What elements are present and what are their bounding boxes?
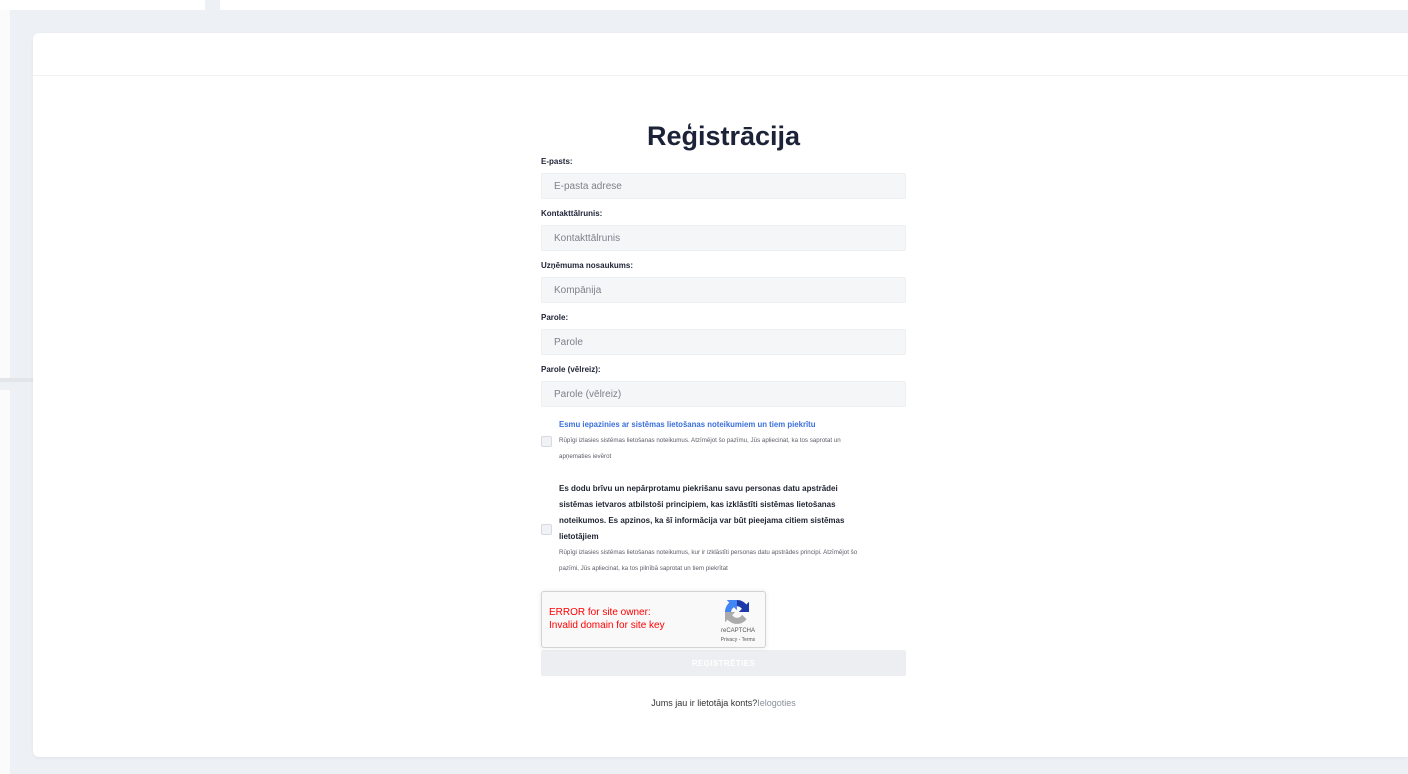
terms-consent-description-line: Rūpīgi izlasies sistēmas lietošanas note… [559, 437, 841, 444]
phone-input[interactable] [541, 225, 906, 251]
registration-card: Reģistrācija E-pasts: Kontakttālrunis: U… [33, 33, 1408, 757]
password-label: Parole: [541, 313, 569, 322]
company-input[interactable] [541, 277, 906, 303]
login-link[interactable]: Ielogoties [757, 698, 796, 708]
company-field-group: Uzņēmuma nosaukums: [541, 261, 906, 303]
background-top-left-panel [0, 0, 205, 10]
login-prompt-text: Jums jau ir lietotāja konts? [651, 698, 758, 708]
data-consent-text: Es dodu brīvu un nepārprotamu piekrišanu… [559, 481, 857, 577]
company-label: Uzņēmuma nosaukums: [541, 261, 634, 270]
recaptcha-logo-icon [725, 600, 749, 624]
password-input[interactable] [541, 329, 906, 355]
data-consent: Es dodu brīvu un nepārprotamu piekrišanu… [541, 481, 906, 577]
data-consent-description-line: Rūpīgi izlasies sistēmas lietošanas note… [559, 549, 858, 556]
data-consent-text-line: Es dodu brīvu un nepārprotamu piekrišanu… [559, 484, 838, 493]
background-left-panel-upper [0, 10, 10, 378]
recaptcha-error-line: ERROR for site owner: [549, 607, 651, 618]
data-consent-text-line: lietotājiem [559, 532, 599, 541]
login-prompt-row: Jums jau ir lietotāja konts?Ielogoties [541, 697, 906, 709]
email-label: E-pasts: [541, 157, 573, 166]
terms-consent: Esmu iepazinies ar sistēmas lietošanas n… [541, 417, 906, 465]
card-header [33, 33, 1408, 76]
password-repeat-field-group: Parole (vēlreiz): [541, 365, 906, 407]
phone-label: Kontakttālrunis: [541, 209, 603, 218]
background-left-divider [0, 378, 33, 382]
email-input[interactable] [541, 173, 906, 199]
email-field-group: E-pasts: [541, 157, 906, 199]
recaptcha-links: Privacy - Terms [706, 637, 770, 644]
data-consent-text-line: sistēmas ietvaros atbilstoši principiem,… [559, 500, 836, 509]
password-repeat-label: Parole (vēlreiz): [541, 365, 601, 374]
terms-consent-checkbox[interactable] [541, 435, 552, 447]
page-title: Reģistrācija [646, 121, 801, 151]
registration-form: Reģistrācija E-pasts: Kontakttālrunis: U… [541, 121, 906, 709]
recaptcha-widget[interactable]: ERROR for site owner: Invalid domain for… [541, 591, 766, 648]
password-field-group: Parole: [541, 313, 906, 355]
recaptcha-error-line: Invalid domain for site key [549, 620, 665, 631]
register-button[interactable]: REĢISTRĒTIES [541, 650, 906, 676]
data-consent-description-line: pazīmi, Jūs apliecinat, ka tos pilnībā s… [559, 565, 728, 572]
background-top-right-panel [220, 0, 1408, 10]
recaptcha-brand-label: reCAPTCHA [720, 628, 755, 634]
recaptcha-privacy-link[interactable]: Privacy [721, 637, 737, 643]
terms-consent-description-line: apņematies ievērot [559, 453, 612, 460]
phone-field-group: Kontakttālrunis: [541, 209, 906, 251]
terms-consent-text: Esmu iepazinies ar sistēmas lietošanas n… [559, 417, 841, 465]
data-consent-text-line: noteikumos. Es apzinos, ka šī informācij… [559, 516, 845, 525]
recaptcha-error-message: ERROR for site owner: Invalid domain for… [549, 606, 665, 632]
terms-consent-title[interactable]: Esmu iepazinies ar sistēmas lietošanas n… [559, 417, 841, 433]
data-consent-checkbox[interactable] [541, 523, 552, 535]
recaptcha-terms-link[interactable]: Terms [742, 637, 756, 643]
background-left-panel-lower [0, 390, 10, 774]
password-repeat-input[interactable] [541, 381, 906, 407]
